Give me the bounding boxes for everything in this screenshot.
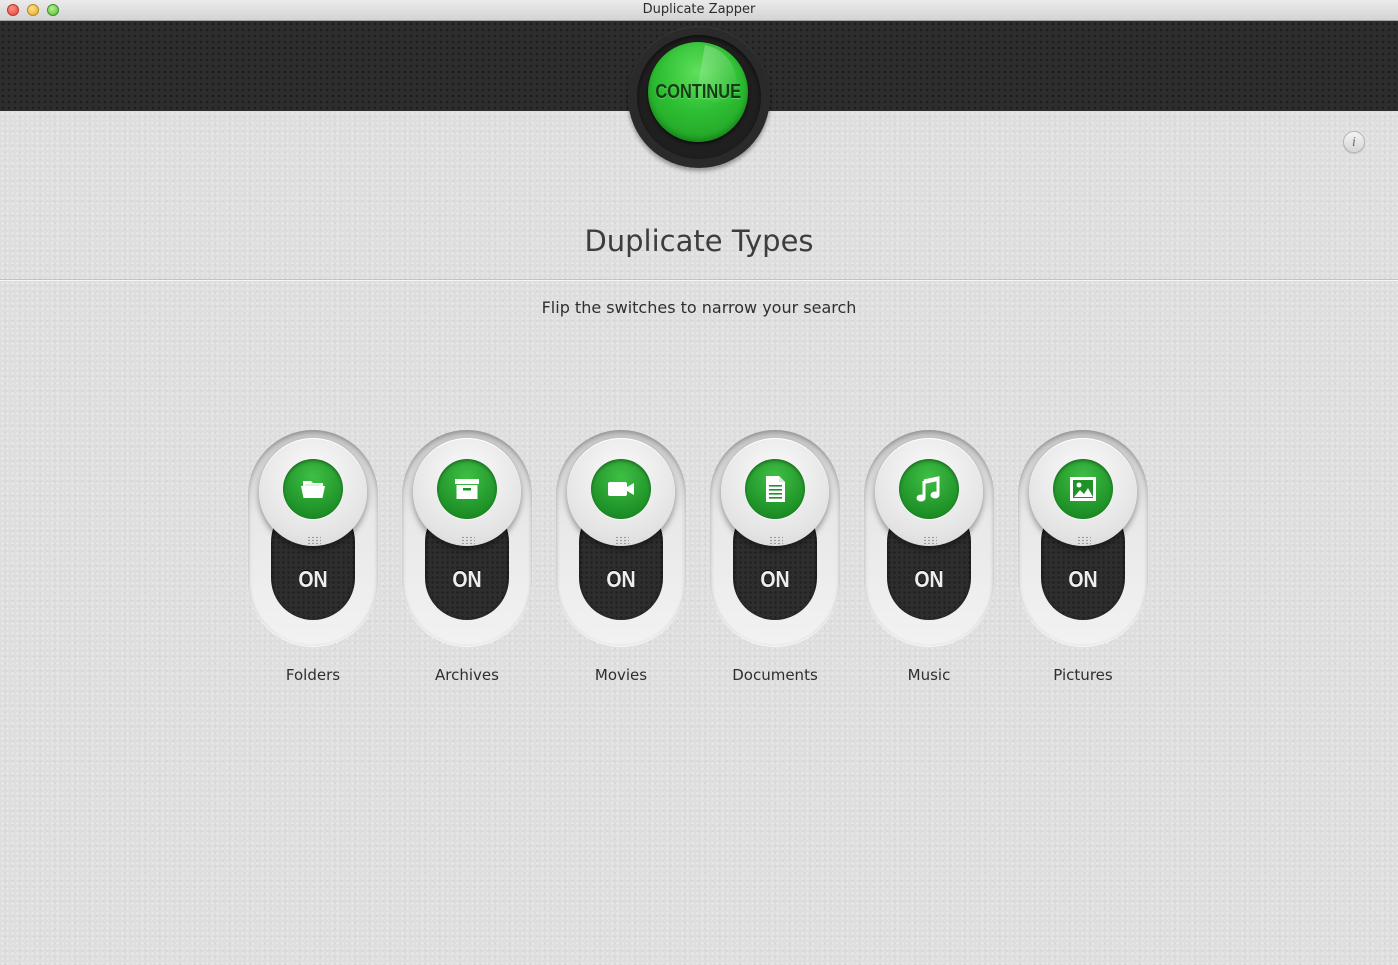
toggle-label: Archives (435, 666, 499, 684)
continue-label: CONTINUE (655, 80, 741, 103)
info-icon[interactable]: i (1343, 131, 1365, 153)
switch-knob[interactable] (567, 438, 675, 546)
switch-knob[interactable] (721, 438, 829, 546)
document-icon (766, 476, 785, 502)
folder-icon (301, 481, 325, 498)
folders-switch[interactable]: ON (248, 430, 378, 646)
toggle-label: Music (907, 666, 951, 684)
switch-state: ON (452, 566, 482, 592)
title-bar: Duplicate Zapper (0, 0, 1398, 21)
music-note-icon (916, 476, 940, 502)
switch-knob[interactable] (259, 438, 367, 546)
toggle-label: Pictures (1053, 666, 1113, 684)
switch-state: ON (760, 566, 790, 592)
pictures-switch[interactable]: ON (1018, 430, 1148, 646)
toggle-label: Movies (594, 666, 648, 684)
switch-state: ON (298, 566, 328, 592)
toggle-folders: ON Folders (248, 430, 378, 690)
page-title: Duplicate Types (584, 224, 814, 258)
switch-state: ON (606, 566, 636, 592)
music-switch[interactable]: ON (864, 430, 994, 646)
window-title: Duplicate Zapper (642, 2, 756, 17)
page-subtitle: Flip the switches to narrow your search (541, 298, 857, 317)
archive-icon (455, 479, 479, 499)
documents-switch[interactable]: ON (710, 430, 840, 646)
duplicate-type-toggles: ON Folders ON Archives ON Movies ON Docu… (248, 430, 1152, 690)
switch-knob[interactable] (875, 438, 983, 546)
toggle-movies: ON Movies (556, 430, 686, 690)
movies-switch[interactable]: ON (556, 430, 686, 646)
toggle-label: Folders (285, 666, 341, 684)
toggle-label: Documents (732, 666, 818, 684)
switch-state: ON (914, 566, 944, 592)
divider (0, 279, 1398, 281)
switch-knob[interactable] (1029, 438, 1137, 546)
picture-icon (1070, 477, 1096, 501)
toggle-music: ON Music (864, 430, 994, 690)
toggle-documents: ON Documents (710, 430, 840, 690)
continue-button[interactable]: CONTINUE (648, 42, 748, 142)
switch-state: ON (1068, 566, 1098, 592)
toggle-archives: ON Archives (402, 430, 532, 690)
continue-button-ring: CONTINUE (628, 26, 770, 168)
switch-knob[interactable] (413, 438, 521, 546)
toggle-pictures: ON Pictures (1018, 430, 1148, 690)
video-camera-icon (608, 482, 634, 496)
archives-switch[interactable]: ON (402, 430, 532, 646)
